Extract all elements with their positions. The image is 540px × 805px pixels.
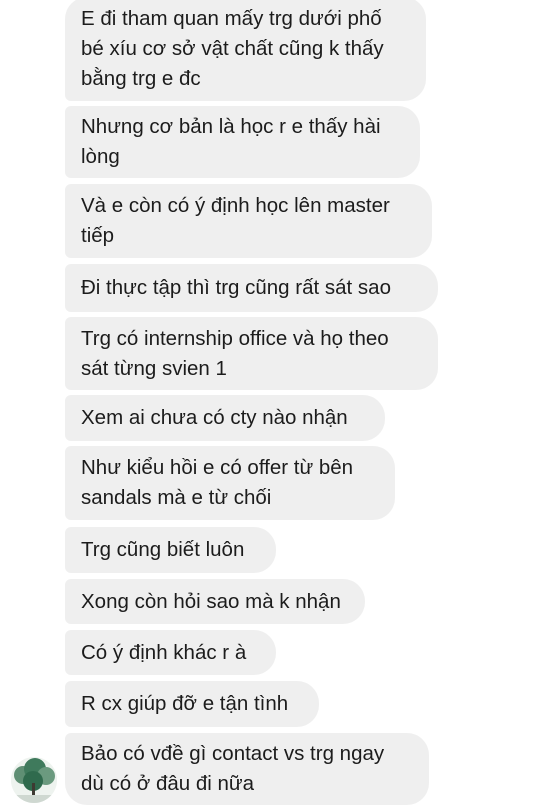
sender-avatar[interactable]	[11, 757, 57, 803]
message-bubble[interactable]: Trg cũng biết luôn	[65, 527, 276, 573]
message-bubble[interactable]: Xong còn hỏi sao mà k nhận	[65, 579, 365, 624]
message-bubble[interactable]: Và e còn có ý định học lên master tiếp	[65, 184, 432, 258]
message-bubble[interactable]: Nhưng cơ bản là học r e thấy hài lòng	[65, 106, 420, 178]
message-bubble[interactable]: Như kiểu hồi e có offer từ bên sandals m…	[65, 446, 395, 520]
message-bubble[interactable]: Xem ai chưa có cty nào nhận	[65, 395, 385, 441]
message-bubble[interactable]: Bảo có vđề gì contact vs trg ngay dù có …	[65, 733, 429, 805]
message-bubble[interactable]: Trg có internship office và họ theo sát …	[65, 317, 438, 390]
message-bubble[interactable]: Có ý định khác r à	[65, 630, 276, 675]
message-bubble[interactable]: Đi thực tập thì trg cũng rất sát sao	[65, 264, 438, 312]
message-bubble[interactable]: E đi tham quan mấy trg dưới phố bé xíu c…	[65, 0, 426, 101]
tree-avatar-icon	[11, 757, 57, 803]
message-bubble[interactable]: R cx giúp đỡ e tận tình	[65, 681, 319, 727]
